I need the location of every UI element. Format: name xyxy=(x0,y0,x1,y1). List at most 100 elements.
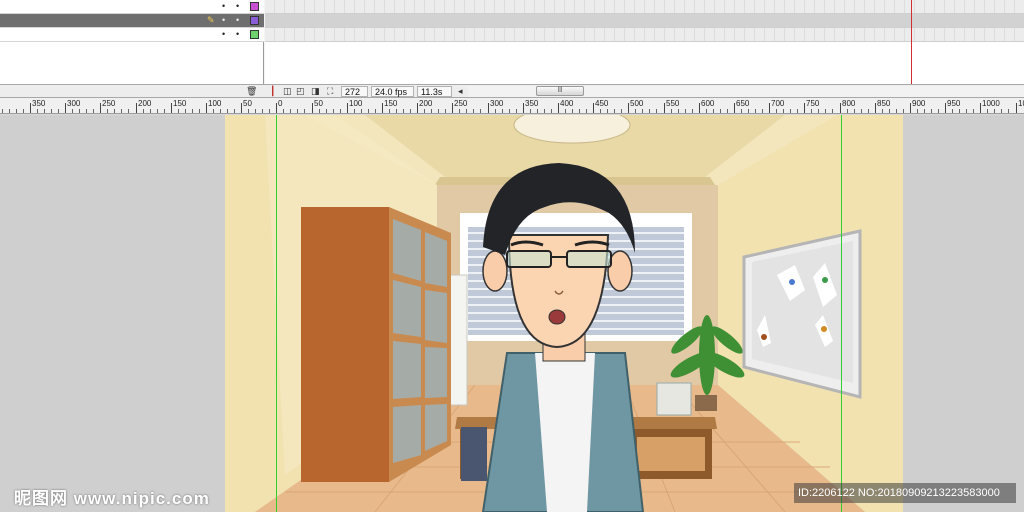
layer-row-1[interactable]: • • xyxy=(0,0,264,14)
ruler-label: 1050 xyxy=(1018,99,1024,108)
ruler-label: 650 xyxy=(736,99,750,108)
frame-rate[interactable]: 24.0 fps xyxy=(371,86,414,97)
ruler-minor-tick xyxy=(389,109,390,113)
ruler-label: 200 xyxy=(138,99,152,108)
ruler-minor-tick xyxy=(424,109,425,113)
ruler-minor-tick xyxy=(614,109,615,113)
ruler-major-tick xyxy=(65,103,66,113)
modify-markers-icon[interactable]: ⛶ xyxy=(327,86,333,97)
ruler-minor-tick xyxy=(1001,109,1002,113)
ruler-minor-tick xyxy=(959,109,960,113)
ruler-minor-tick xyxy=(396,109,397,113)
ruler-minor-tick xyxy=(924,109,925,113)
ruler-label: 600 xyxy=(701,99,715,108)
ruler-major-tick xyxy=(804,103,805,113)
ruler-major-tick xyxy=(171,103,172,113)
ruler-minor-tick xyxy=(445,109,446,113)
lock-dot-icon[interactable]: • xyxy=(236,0,239,12)
ruler-minor-tick xyxy=(621,109,622,113)
ruler-minor-tick xyxy=(572,109,573,113)
ruler-major-tick xyxy=(945,103,946,113)
layer-color-swatch[interactable] xyxy=(250,2,259,11)
layer-row-3[interactable]: • • xyxy=(0,28,264,42)
ruler-major-tick xyxy=(30,103,31,113)
ruler-label: 100 xyxy=(349,99,363,108)
ruler-minor-tick xyxy=(825,109,826,113)
ruler-minor-tick xyxy=(234,109,235,113)
guide-line-right[interactable] xyxy=(841,115,842,512)
pin-2 xyxy=(822,277,828,283)
ruler-minor-tick xyxy=(79,109,80,113)
center-frame-icon[interactable]: ┃ xyxy=(270,86,275,97)
ruler-label: 750 xyxy=(806,99,820,108)
lock-dot-icon[interactable]: • xyxy=(236,14,239,26)
ruler-minor-tick xyxy=(431,109,432,113)
ruler-major-tick xyxy=(840,103,841,113)
ruler-minor-tick xyxy=(678,109,679,113)
visibility-dot-icon[interactable]: • xyxy=(222,14,225,26)
guide-line-left[interactable] xyxy=(276,115,277,512)
mouth xyxy=(548,309,566,325)
ruler-minor-tick xyxy=(199,109,200,113)
plant-pot xyxy=(695,395,717,411)
ruler-label: 950 xyxy=(947,99,961,108)
layer-color-swatch[interactable] xyxy=(250,30,259,39)
ruler-minor-tick xyxy=(143,109,144,113)
layer-row-2[interactable]: ✎ • • xyxy=(0,14,264,28)
ruler-minor-tick xyxy=(354,109,355,113)
ruler-minor-tick xyxy=(495,109,496,113)
scrollbar-thumb[interactable]: lll xyxy=(536,86,584,96)
elapsed-time: 11.3s xyxy=(417,86,452,97)
ruler-minor-tick xyxy=(579,109,580,113)
frame-grid[interactable] xyxy=(265,0,1024,84)
ruler-label: 350 xyxy=(525,99,539,108)
scroll-left-icon[interactable]: ◂ xyxy=(458,86,463,97)
ruler-label: 700 xyxy=(771,99,785,108)
ruler-label: 300 xyxy=(490,99,504,108)
ruler-minor-tick xyxy=(2,109,3,113)
ruler-label: 1000 xyxy=(982,99,1000,108)
trash-icon[interactable]: 🗑 xyxy=(246,86,257,97)
ruler-minor-tick xyxy=(58,109,59,113)
ruler-minor-tick xyxy=(255,109,256,113)
ruler-minor-tick xyxy=(93,109,94,113)
stage-scene[interactable] xyxy=(225,115,903,512)
ruler-minor-tick xyxy=(128,109,129,113)
ruler-minor-tick xyxy=(16,109,17,113)
playhead[interactable] xyxy=(911,0,912,84)
ruler-minor-tick xyxy=(121,109,122,113)
visibility-dot-icon[interactable]: • xyxy=(222,0,225,12)
edit-multiple-frames-icon[interactable]: ◨ xyxy=(311,86,320,97)
ruler-minor-tick xyxy=(192,109,193,113)
ruler-minor-tick xyxy=(326,109,327,113)
ruler-label: 500 xyxy=(630,99,644,108)
visibility-dot-icon[interactable]: • xyxy=(222,28,225,40)
onion-skin-icon[interactable]: ◫ xyxy=(283,86,292,97)
ruler-minor-tick xyxy=(9,109,10,113)
ruler-minor-tick xyxy=(297,109,298,113)
ruler-label: 250 xyxy=(102,99,116,108)
ruler-minor-tick xyxy=(607,109,608,113)
ruler-minor-tick xyxy=(361,109,362,113)
layer-color-swatch[interactable] xyxy=(250,16,259,25)
ruler-minor-tick xyxy=(438,109,439,113)
ruler-minor-tick xyxy=(509,109,510,113)
ruler-minor-tick xyxy=(227,109,228,113)
current-frame: 272 xyxy=(341,86,368,97)
ruler-major-tick xyxy=(734,103,735,113)
desk-drawer-open xyxy=(637,437,705,471)
lock-dot-icon[interactable]: • xyxy=(236,28,239,40)
ruler-minor-tick xyxy=(896,109,897,113)
ruler-major-tick xyxy=(910,103,911,113)
ruler-minor-tick xyxy=(114,109,115,113)
ruler-minor-tick xyxy=(551,109,552,113)
ruler-label: 850 xyxy=(877,99,891,108)
ruler-minor-tick xyxy=(854,109,855,113)
ruler-minor-tick xyxy=(248,109,249,113)
ruler-label: 300 xyxy=(67,99,81,108)
onion-outline-icon[interactable]: ◰ xyxy=(296,86,305,97)
timeline-panel: • • ✎ • • • • xyxy=(0,0,1024,84)
ruler-minor-tick xyxy=(51,109,52,113)
ruler-minor-tick xyxy=(635,109,636,113)
ruler-minor-tick xyxy=(692,109,693,113)
